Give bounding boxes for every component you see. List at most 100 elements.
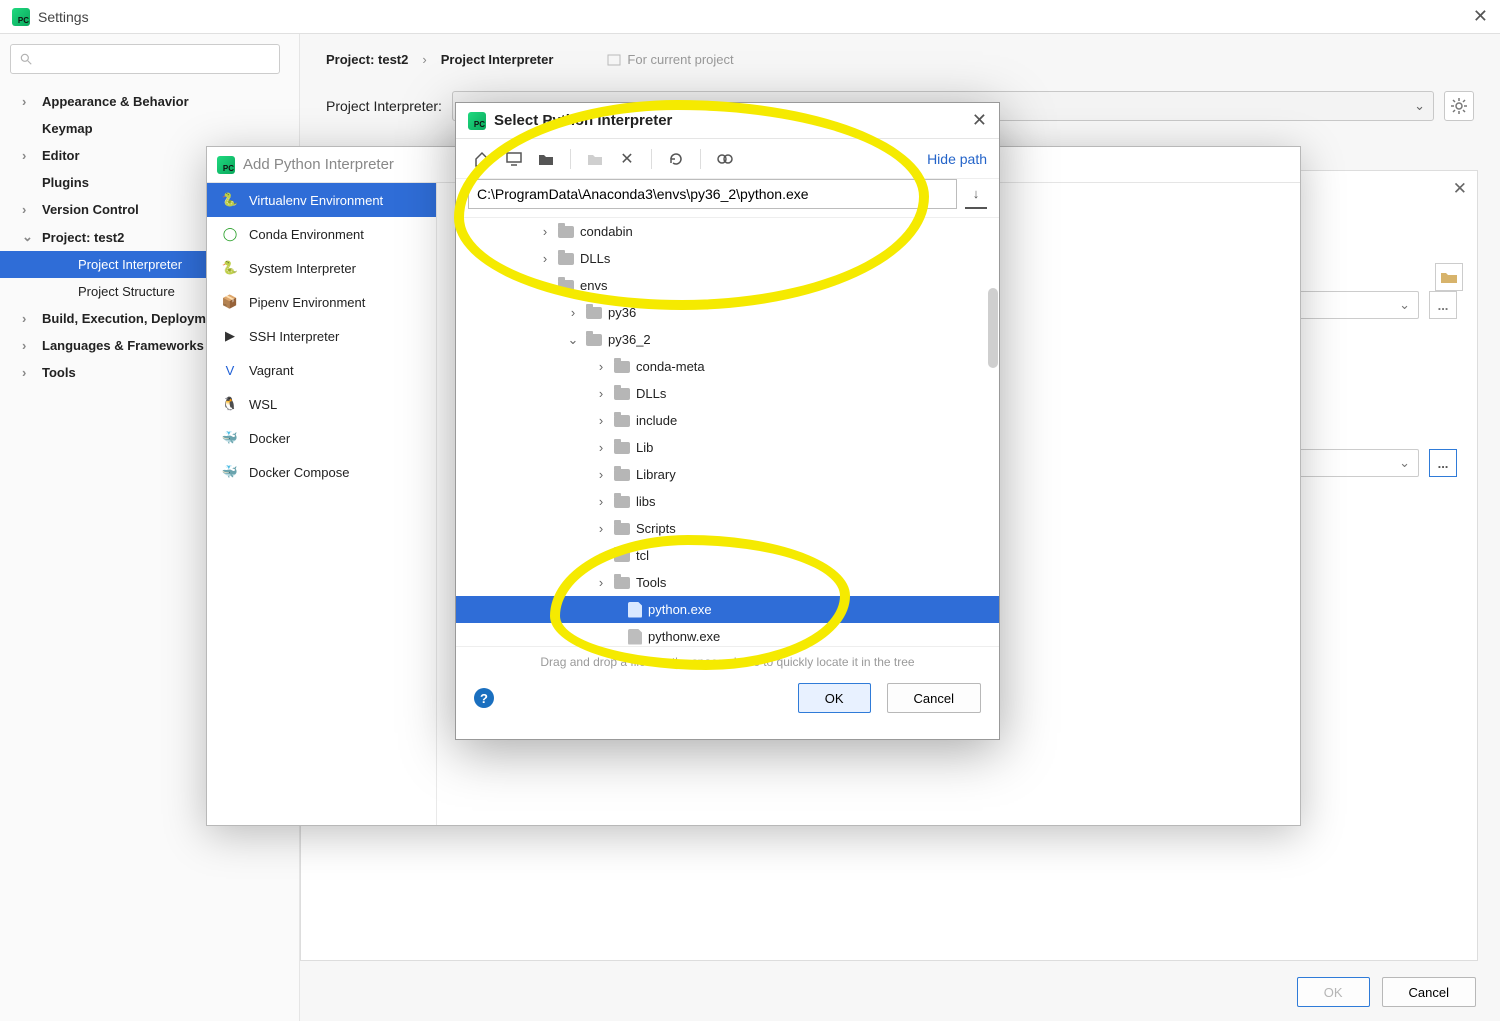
expand-arrow-icon: ›: [594, 386, 608, 401]
file-tree-row[interactable]: pythonw.exe: [456, 623, 999, 647]
file-icon: [628, 602, 642, 618]
file-tree-row[interactable]: ›py36: [456, 299, 999, 326]
new-folder-button[interactable]: [581, 145, 609, 173]
expand-arrow-icon: ›: [538, 251, 552, 266]
file-tree-label: Library: [636, 467, 676, 482]
file-tree-row[interactable]: ⌄envs: [456, 272, 999, 299]
file-tree-row[interactable]: ›tcl: [456, 542, 999, 569]
env-type-item[interactable]: 🐧WSL: [207, 387, 436, 421]
env-type-item[interactable]: 🐳 Docker Compose: [207, 455, 436, 489]
breadcrumb-a: Project: test2: [326, 52, 408, 67]
file-tree-row[interactable]: ›include: [456, 407, 999, 434]
sidebar-item-label: Build, Execution, Deployment: [42, 311, 225, 326]
sidebar-item-label: Version Control: [42, 202, 139, 217]
file-tree-row[interactable]: ›libs: [456, 488, 999, 515]
gear-button[interactable]: [1444, 91, 1474, 121]
file-tree[interactable]: ›condabin›DLLs⌄envs›py36⌄py36_2›conda-me…: [456, 217, 999, 647]
env-icon: 🐳: [221, 429, 239, 447]
browse-button[interactable]: ...: [1429, 291, 1457, 319]
cancel-button[interactable]: Cancel: [887, 683, 981, 713]
close-icon[interactable]: ✕: [972, 110, 987, 131]
chevron-icon: ›: [22, 94, 32, 109]
chevron-icon: ›: [22, 148, 32, 163]
home-icon: [474, 151, 490, 167]
file-tree-label: Lib: [636, 440, 653, 455]
path-row: ↓: [456, 179, 999, 217]
sidebar-item-label: Plugins: [42, 175, 89, 190]
desktop-button[interactable]: [500, 145, 528, 173]
hide-path-link[interactable]: Hide path: [927, 151, 987, 167]
download-icon: ↓: [973, 186, 980, 201]
file-tree-row[interactable]: ›conda-meta: [456, 353, 999, 380]
panel-close-icon[interactable]: ✕: [1453, 179, 1467, 199]
file-tree-label: py36: [608, 305, 636, 320]
search-input[interactable]: [10, 44, 280, 74]
env-item-label: Virtualenv Environment: [249, 193, 383, 208]
env-type-item[interactable]: ◯Conda Environment: [207, 217, 436, 251]
show-hidden-icon: [716, 152, 734, 166]
refresh-icon: [668, 151, 684, 167]
env-type-item[interactable]: 🐍 Virtualenv Environment: [207, 183, 436, 217]
env-type-item[interactable]: ▶SSH Interpreter: [207, 319, 436, 353]
env-type-item[interactable]: 📦Pipenv Environment: [207, 285, 436, 319]
ok-button[interactable]: OK: [798, 683, 871, 713]
sidebar-item[interactable]: Keymap: [0, 115, 299, 142]
chevron-down-icon: ⌄: [1414, 98, 1425, 114]
env-icon: 🐍: [221, 191, 239, 209]
breadcrumb-b: Project Interpreter: [441, 52, 554, 67]
close-icon[interactable]: ✕: [1473, 6, 1488, 27]
scrollbar-thumb[interactable]: [988, 288, 998, 368]
env-type-item[interactable]: 🐳Docker: [207, 421, 436, 455]
file-tree-label: envs: [580, 278, 607, 293]
env-item-label: Conda Environment: [249, 227, 364, 242]
show-hidden-button[interactable]: [711, 145, 739, 173]
file-tree-label: Tools: [636, 575, 666, 590]
sidebar-item-label: Languages & Frameworks: [42, 338, 204, 353]
cancel-button[interactable]: Cancel: [1382, 977, 1476, 1007]
folder-icon: [614, 469, 630, 481]
file-tree-label: pythonw.exe: [648, 629, 720, 644]
home-button[interactable]: [468, 145, 496, 173]
file-tree-row[interactable]: ›Scripts: [456, 515, 999, 542]
ok-button[interactable]: OK: [1297, 977, 1370, 1007]
file-tree-row[interactable]: ⌄py36_2: [456, 326, 999, 353]
desktop-icon: [506, 152, 522, 166]
file-tree-label: python.exe: [648, 602, 712, 617]
expand-arrow-icon: ›: [594, 494, 608, 509]
file-tree-row[interactable]: python.exe: [456, 596, 999, 623]
sidebar-item[interactable]: › Appearance & Behavior: [0, 88, 299, 115]
env-item-label: Docker Compose: [249, 465, 349, 480]
delete-button[interactable]: ✕: [613, 145, 641, 173]
sidebar-item-label: Keymap: [42, 121, 93, 136]
env-type-item[interactable]: VVagrant: [207, 353, 436, 387]
file-tree-row[interactable]: ›Library: [456, 461, 999, 488]
new-folder-icon: [587, 152, 603, 166]
folder-icon: [586, 334, 602, 346]
file-tree-row[interactable]: ›condabin: [456, 218, 999, 245]
expand-arrow-icon: ›: [538, 224, 552, 239]
env-item-label: SSH Interpreter: [249, 329, 339, 344]
file-tree-row[interactable]: ›DLLs: [456, 245, 999, 272]
env-type-item[interactable]: 🐍System Interpreter: [207, 251, 436, 285]
breadcrumb: Project: test2 › Project Interpreter For…: [326, 52, 1474, 67]
sidebar-item-label: Appearance & Behavior: [42, 94, 189, 109]
folder-icon: [614, 496, 630, 508]
folder-icon: [558, 280, 574, 292]
help-button[interactable]: ?: [474, 688, 494, 708]
file-tree-row[interactable]: ›DLLs: [456, 380, 999, 407]
path-input[interactable]: [468, 179, 957, 209]
file-tree-row[interactable]: ›Lib: [456, 434, 999, 461]
chevron-right-icon: ›: [422, 52, 426, 67]
browse-button-active[interactable]: ...: [1429, 449, 1457, 477]
environment-type-list: 🐍 Virtualenv Environment ◯Conda Environmen…: [207, 183, 437, 825]
folder-button[interactable]: [1435, 263, 1463, 291]
refresh-button[interactable]: [662, 145, 690, 173]
file-tree-row[interactable]: ›Tools: [456, 569, 999, 596]
folder-icon: [614, 523, 630, 535]
download-button[interactable]: ↓: [965, 179, 987, 209]
project-button[interactable]: [532, 145, 560, 173]
expand-arrow-icon: ⌄: [566, 332, 580, 348]
file-tree-label: include: [636, 413, 677, 428]
pi-label: Project Interpreter:: [326, 98, 442, 114]
env-icon: 🐳: [221, 463, 239, 481]
